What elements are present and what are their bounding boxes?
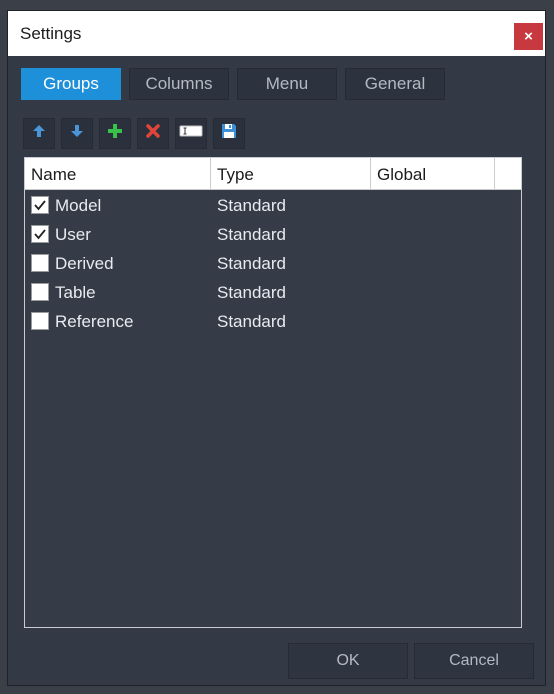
row-name: Model xyxy=(55,196,102,215)
tab-columns[interactable]: Columns xyxy=(129,68,229,100)
row-checkbox[interactable] xyxy=(31,254,49,272)
row-name: Table xyxy=(55,283,96,302)
row-name: Derived xyxy=(55,254,114,273)
column-header-global[interactable]: Global xyxy=(371,158,495,190)
add-icon xyxy=(107,123,123,144)
close-button[interactable]: × xyxy=(514,23,543,50)
row-checkbox[interactable] xyxy=(31,225,49,243)
save-button[interactable] xyxy=(213,118,245,149)
table-row[interactable]: User Standard xyxy=(25,220,521,249)
row-checkbox[interactable] xyxy=(31,312,49,330)
cancel-button[interactable]: Cancel xyxy=(414,643,534,679)
row-type: Standard xyxy=(217,254,286,273)
table-row[interactable]: Table Standard xyxy=(25,278,521,307)
checkmark-icon xyxy=(34,229,46,240)
settings-dialog: Settings × Groups Columns Menu General N… xyxy=(7,10,546,686)
add-button[interactable] xyxy=(99,118,131,149)
checkmark-icon xyxy=(34,200,46,211)
ok-button[interactable]: OK xyxy=(288,643,408,679)
delete-icon xyxy=(145,123,161,144)
close-icon: × xyxy=(524,28,533,45)
tab-menu[interactable]: Menu xyxy=(237,68,337,100)
tab-general[interactable]: General xyxy=(345,68,445,100)
table-row[interactable]: Derived Standard xyxy=(25,249,521,278)
grid-header: Name Type Global xyxy=(25,158,521,190)
row-type: Standard xyxy=(217,196,286,215)
rename-icon xyxy=(179,124,203,143)
delete-button[interactable] xyxy=(137,118,169,149)
column-header-name[interactable]: Name xyxy=(25,158,211,190)
row-checkbox[interactable] xyxy=(31,196,49,214)
arrow-down-icon xyxy=(70,124,84,143)
move-down-button[interactable] xyxy=(61,118,93,149)
title-bar: Settings × xyxy=(8,11,545,56)
table-row[interactable]: Reference Standard xyxy=(25,307,521,336)
groups-grid[interactable]: Name Type Global Model Standard User Sta… xyxy=(24,157,522,628)
row-type: Standard xyxy=(217,312,286,331)
row-name: User xyxy=(55,225,91,244)
row-type: Standard xyxy=(217,225,286,244)
dialog-title: Settings xyxy=(20,24,82,43)
rename-button[interactable] xyxy=(175,118,207,149)
row-type: Standard xyxy=(217,283,286,302)
arrow-up-icon xyxy=(32,124,46,143)
save-icon xyxy=(220,122,238,145)
tab-groups[interactable]: Groups xyxy=(21,68,121,100)
row-checkbox[interactable] xyxy=(31,283,49,301)
move-up-button[interactable] xyxy=(23,118,55,149)
row-name: Reference xyxy=(55,312,134,331)
table-row[interactable]: Model Standard xyxy=(25,191,521,220)
column-header-type[interactable]: Type xyxy=(211,158,371,190)
